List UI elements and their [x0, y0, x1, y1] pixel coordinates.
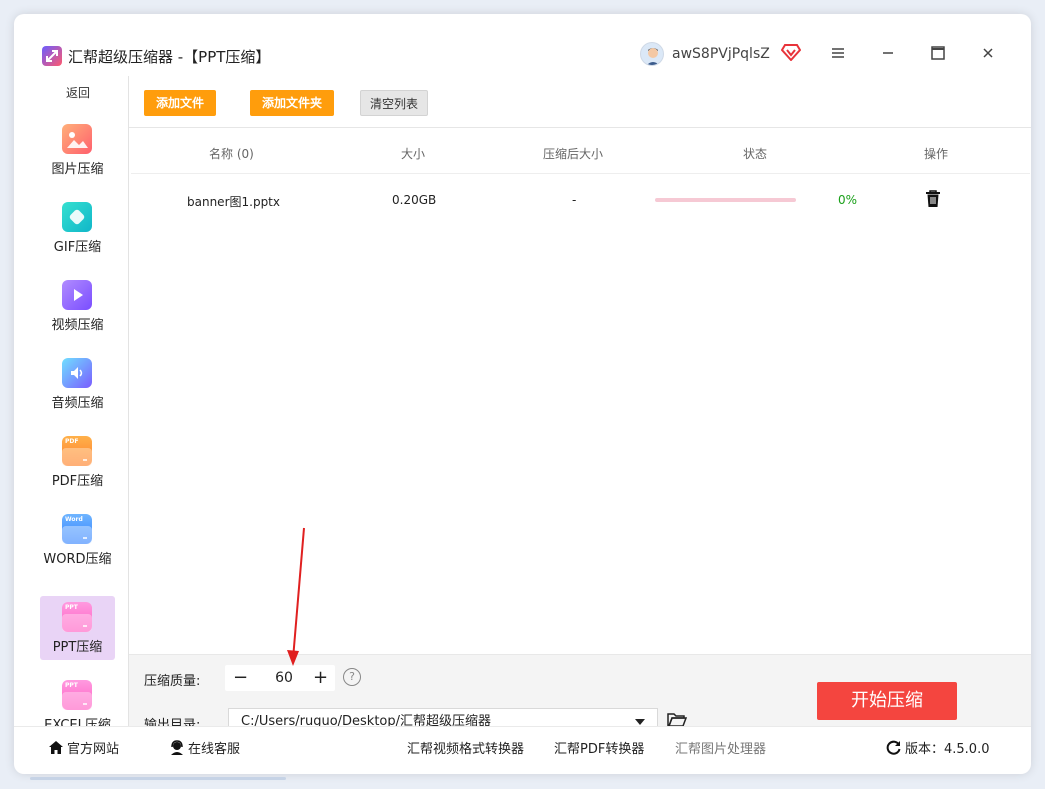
word-file-icon: Word [62, 514, 92, 544]
quality-value[interactable]: 60 [269, 670, 299, 686]
add-file-button[interactable]: 添加文件 [144, 90, 217, 116]
pdf-converter-link[interactable]: 汇帮PDF转换器 [554, 738, 644, 757]
chevron-down-icon [635, 719, 645, 725]
online-support-link[interactable]: 在线客服 [169, 738, 240, 757]
sidebar-item-pdf[interactable]: PDF PDF压缩 [40, 430, 115, 494]
video-converter-link[interactable]: 汇帮视频格式转换器 [407, 738, 524, 757]
sidebar-item-audio[interactable]: 音频压缩 [40, 352, 115, 416]
sidebar-item-video[interactable]: 视频压缩 [40, 274, 115, 338]
pdf-tag: PDF [65, 438, 79, 445]
footer-bar: 官方网站 在线客服 汇帮视频格式转换器 汇帮PDF转换器 汇帮图片处理器 版本：… [14, 726, 1031, 762]
gif-icon [62, 202, 92, 232]
column-name: 名称 (0) [209, 147, 254, 161]
minimize-icon[interactable] [876, 42, 900, 66]
toolbar: 添加文件 添加文件夹 清空列表 [129, 76, 1031, 128]
delete-trash-icon[interactable] [925, 190, 941, 212]
sidebar-item-label: 音频压缩 [51, 396, 104, 411]
vip-diamond-icon[interactable] [780, 43, 802, 65]
file-list-empty-area[interactable] [131, 224, 1030, 654]
website-label: 官方网站 [67, 742, 120, 757]
sidebar-item-gif[interactable]: GIF压缩 [40, 196, 115, 260]
support-label: 在线客服 [188, 742, 241, 757]
compressed-size: - [572, 193, 577, 207]
word-tag: Word [65, 516, 83, 523]
excel-tag: PPT [65, 682, 78, 689]
headset-icon [171, 740, 183, 755]
settings-panel: 压缩质量: − 60 + ? 输出目录: C:/Users/ruguo/Desk… [129, 654, 1031, 736]
progress-bar [655, 198, 796, 202]
image-icon [62, 124, 92, 154]
ppt-tag: PPT [65, 604, 78, 611]
ppt-file-icon: PPT [62, 602, 92, 632]
quality-label: 压缩质量: [144, 674, 201, 689]
table-row[interactable]: banner图1.pptx 0.20GB - 0% [131, 176, 1030, 224]
close-icon[interactable] [976, 42, 1000, 66]
add-folder-button[interactable]: 添加文件夹 [250, 90, 335, 116]
pdf-file-icon: PDF [62, 436, 92, 466]
horizontal-scrollbar[interactable] [30, 777, 286, 780]
sidebar-item-label: WORD压缩 [43, 552, 112, 567]
quality-stepper: − 60 + [225, 665, 335, 691]
user-name[interactable]: awS8PVjPqlsZ [672, 46, 770, 62]
sidebar-item-image[interactable]: 图片压缩 [40, 118, 115, 182]
title-bar: 汇帮超级压缩器 -【PPT压缩】 awS8PVjPqlsZ [14, 14, 1031, 76]
main-panel: 添加文件 添加文件夹 清空列表 名称 (0) 大小 压缩后大小 状态 操作 ba… [128, 76, 1031, 736]
quality-decrease-button[interactable]: − [233, 667, 248, 688]
sidebar-item-word[interactable]: Word WORD压缩 [40, 508, 115, 572]
help-icon[interactable]: ? [343, 668, 361, 686]
sidebar-item-label: GIF压缩 [53, 240, 102, 255]
back-link[interactable]: 返回 [66, 84, 90, 101]
file-table-header: 名称 (0) 大小 压缩后大小 状态 操作 [131, 132, 1030, 174]
column-action: 操作 [924, 147, 949, 161]
file-size: 0.20GB [392, 193, 437, 207]
quality-increase-button[interactable]: + [313, 667, 328, 688]
sidebar-item-label: 图片压缩 [51, 162, 104, 177]
official-website-link[interactable]: 官方网站 [48, 738, 119, 757]
start-compress-button[interactable]: 开始压缩 [817, 682, 957, 720]
window-title: 汇帮超级压缩器 -【PPT压缩】 [68, 48, 271, 66]
excel-file-icon: PPT [62, 680, 92, 710]
sidebar: 返回 图片压缩 GIF压缩 视频压缩 音频压缩 PDF PDF压缩 Word W… [14, 76, 128, 733]
sidebar-item-label: 视频压缩 [51, 318, 104, 333]
file-name: banner图1.pptx [187, 195, 280, 209]
menu-icon[interactable] [826, 42, 850, 66]
maximize-icon[interactable] [926, 42, 950, 66]
column-size: 大小 [401, 147, 426, 161]
sidebar-item-ppt[interactable]: PPT PPT压缩 [40, 596, 115, 660]
sidebar-item-label: PPT压缩 [52, 640, 103, 655]
app-window: 汇帮超级压缩器 -【PPT压缩】 awS8PVjPqlsZ 返回 图片压缩 GI… [14, 14, 1031, 774]
home-icon [49, 741, 63, 754]
column-compressed-size: 压缩后大小 [543, 147, 604, 161]
user-avatar[interactable] [640, 42, 664, 66]
audio-icon [62, 358, 92, 388]
progress-percent: 0% [838, 193, 858, 207]
version-info[interactable]: 版本：4.5.0.0 [886, 738, 989, 757]
app-logo-icon [42, 46, 62, 66]
column-status: 状态 [743, 147, 768, 161]
clear-list-button[interactable]: 清空列表 [360, 90, 429, 116]
refresh-icon [886, 740, 901, 755]
version-label: 版本：4.5.0.0 [905, 742, 990, 757]
sidebar-item-label: PDF压缩 [51, 474, 104, 489]
image-processor-link[interactable]: 汇帮图片处理器 [675, 738, 766, 757]
video-play-icon [62, 280, 92, 310]
